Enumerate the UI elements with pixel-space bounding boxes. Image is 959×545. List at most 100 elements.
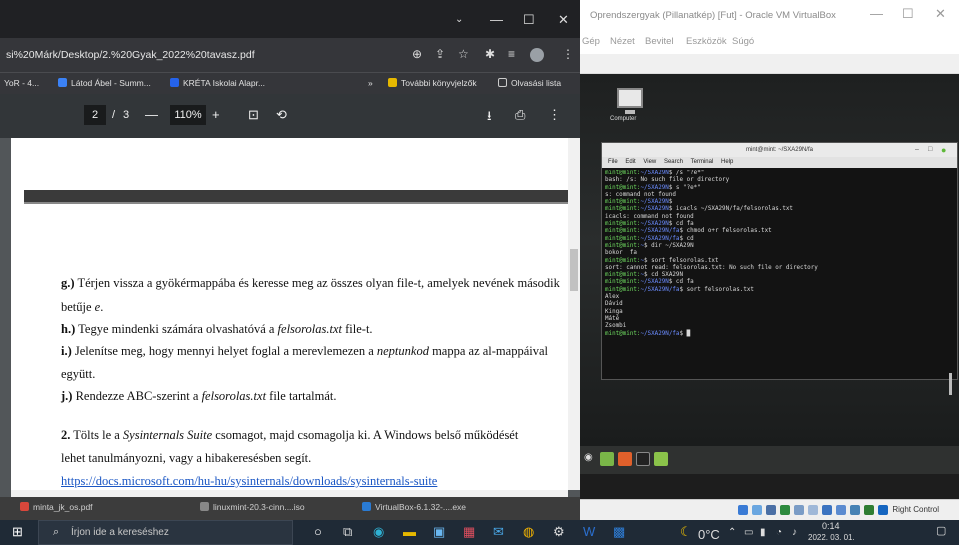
print-icon[interactable]: ⎙ (515, 107, 525, 123)
zoom-icon[interactable]: ⊕ (412, 47, 422, 61)
pdf-vertical-scrollbar[interactable] (568, 138, 580, 490)
network-icon[interactable] (780, 505, 790, 515)
fit-page-icon[interactable]: ⊡ (248, 107, 259, 123)
pdf-horizontal-scrollbar[interactable] (11, 490, 568, 497)
battery-tray-icon[interactable]: ▮ (760, 527, 766, 538)
url-text[interactable]: si%20Márk/Desktop/2.%20Gyak_2022%20tavas… (6, 49, 255, 61)
download-icon[interactable]: ⭳ (487, 107, 492, 129)
wifi-tray-icon[interactable]: ◔ (776, 527, 782, 538)
optical-drive-icon[interactable] (752, 505, 762, 515)
hdd-icon[interactable] (738, 505, 748, 515)
menu-item-eszkozok[interactable]: Eszközök (686, 36, 727, 47)
volume-tray-icon[interactable]: ♪ (792, 527, 797, 538)
files-icon[interactable] (600, 452, 614, 466)
address-bar[interactable]: si%20Márk/Desktop/2.%20Gyak_2022%20tavas… (0, 38, 580, 72)
tray-chevron-icon[interactable]: ⌃ (728, 527, 736, 538)
edge-icon[interactable]: ◉ (373, 524, 384, 540)
virtualbox-title-bar: Oprendszergyak (Pillanatkép) [Fut] - Ora… (580, 0, 959, 30)
tab-search-icon[interactable]: ⌄ (455, 14, 463, 25)
store-icon[interactable]: ▣ (433, 524, 445, 540)
clock-date[interactable]: 2022. 03. 01. (808, 533, 855, 542)
terminal-menu-view[interactable]: View (643, 159, 656, 165)
reading-list[interactable]: Olvasási lista (498, 78, 561, 88)
zoom-out-button[interactable]: — (145, 107, 158, 122)
maximize-icon[interactable]: ☐ (902, 6, 914, 22)
terminal-prompt: mint@mint: (605, 330, 641, 337)
zoom-input[interactable]: 110% (170, 105, 206, 125)
rotate-icon[interactable]: ⟲ (276, 107, 287, 123)
menu-item-gep[interactable]: Gép (582, 36, 600, 47)
bookmark-item[interactable]: Látod Ábel - Summ... (58, 78, 151, 88)
terminal-window[interactable]: mint@mint: ~/SXA29N/fa – □ ● File Edit V… (601, 142, 958, 395)
mail-icon[interactable]: ✉ (493, 524, 504, 540)
notifications-icon[interactable]: ▢ (936, 524, 946, 537)
menu-item-sugo[interactable]: Súgó (732, 36, 754, 47)
pdf-menu-icon[interactable]: ⋮ (548, 107, 561, 123)
page-number-input[interactable]: 2 (84, 105, 106, 125)
extensions-icon[interactable]: ✱ (485, 47, 495, 61)
virtualbox-taskbar-icon[interactable]: ▩ (613, 524, 625, 540)
terminal-output[interactable]: mint@mint:~/SXA29N$ /s "?e*" bash: /s: No… (605, 170, 950, 378)
audio-icon[interactable] (766, 505, 776, 515)
bookmark-item[interactable]: YoR - 4... (4, 78, 39, 88)
sysinternals-link[interactable]: https://docs.microsoft.com/hu-hu/sysinte… (61, 474, 437, 489)
file-explorer-icon[interactable]: ▬ (403, 524, 416, 539)
task-view-icon[interactable]: ⧉ (343, 524, 352, 540)
settings-icon[interactable]: ⚙ (553, 524, 565, 540)
terminal-icon[interactable] (636, 452, 650, 466)
terminal-maximize-icon[interactable]: □ (928, 143, 932, 157)
menu-item-nezet[interactable]: Nézet (610, 36, 635, 47)
chrome-taskbar-icon[interactable]: ◍ (523, 524, 534, 540)
bookmark-star-icon[interactable]: ☆ (458, 47, 469, 61)
download-item[interactable]: minta_jk_os.pdf (20, 502, 93, 512)
mouse-integration-icon[interactable] (864, 505, 874, 515)
terminal-menu-terminal[interactable]: Terminal (691, 159, 714, 165)
weather-icon[interactable]: ☾ (680, 524, 692, 540)
download-item[interactable]: VirtualBox-6.1.32-....exe (362, 502, 466, 512)
word-icon[interactable]: W (583, 524, 595, 539)
terminal-scrollbar[interactable] (949, 373, 952, 395)
download-item[interactable]: linuxmint-20.3-cinn....iso (200, 502, 305, 512)
terminal-minimize-icon[interactable]: – (915, 143, 919, 157)
close-icon[interactable]: ✕ (935, 6, 946, 22)
keyboard-icon[interactable] (878, 505, 888, 515)
share-icon[interactable]: ⇪ (435, 47, 445, 61)
usb-icon[interactable] (794, 505, 804, 515)
chrome-maximize-icon[interactable]: ☐ (523, 12, 535, 28)
cpu-icon[interactable] (850, 505, 860, 515)
terminal-menu-file[interactable]: File (608, 159, 618, 165)
terminal-menu-search[interactable]: Search (664, 159, 683, 165)
chrome-minimize-icon[interactable]: — (490, 12, 503, 27)
guest-screen[interactable]: Computer mint@mint: ~/SXA29N/fa – □ ● Fi… (580, 74, 959, 499)
terminal-menu-edit[interactable]: Edit (625, 159, 635, 165)
menu-icon[interactable]: ◉ (584, 452, 598, 466)
terminal-menu-help[interactable]: Help (721, 159, 733, 165)
zoom-in-button[interactable]: + (212, 107, 220, 122)
menu-item-bevitel[interactable]: Bevitel (645, 36, 674, 47)
chrome-menu-icon[interactable]: ⋮ (562, 47, 574, 61)
cortana-icon[interactable]: ○ (314, 524, 322, 539)
recording-icon[interactable] (836, 505, 846, 515)
display-icon[interactable] (822, 505, 832, 515)
terminal-close-icon[interactable]: ● (941, 143, 946, 157)
shared-folders-icon[interactable] (808, 505, 818, 515)
pdf-viewer[interactable]: g.) Térjen vissza a gyökérmappába és ker… (0, 138, 580, 497)
start-button-icon[interactable]: ⊞ (12, 524, 23, 540)
minimize-icon[interactable]: — (870, 6, 883, 21)
profile-avatar[interactable] (530, 48, 544, 62)
app-icon[interactable]: ▦ (463, 524, 475, 540)
bookmark-item[interactable]: KRÉTA Iskolai Alapr... (170, 78, 265, 88)
taskbar-search[interactable]: ⌕ Írjon ide a kereséshez (38, 520, 293, 545)
chrome-close-icon[interactable]: ✕ (558, 12, 569, 28)
other-bookmarks-folder[interactable]: További könyvjelzők (388, 78, 477, 88)
firefox-icon[interactable] (618, 452, 632, 466)
clock-time[interactable]: 0:14 (822, 521, 840, 531)
pdf-scroll-thumb[interactable] (570, 249, 578, 291)
bookmarks-overflow-chevron[interactable]: » (368, 78, 373, 88)
folder-icon[interactable] (654, 452, 668, 466)
network-tray-icon[interactable]: ▭ (744, 527, 753, 538)
computer-icon[interactable] (617, 88, 643, 114)
host-key-label: Right Control (892, 505, 939, 514)
terminal-prompt: mint@mint: (605, 228, 641, 235)
reading-list-icon[interactable]: ≡ (508, 47, 515, 61)
